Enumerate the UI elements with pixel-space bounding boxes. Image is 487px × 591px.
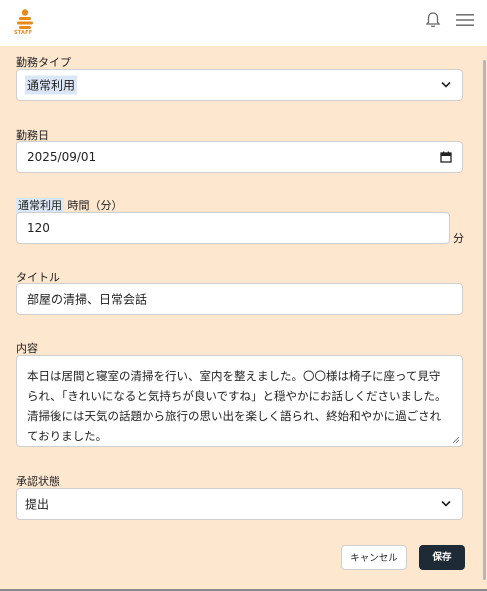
duration-value: 120 bbox=[27, 221, 50, 235]
chevron-down-icon bbox=[441, 81, 451, 88]
logo-text: STAFF bbox=[14, 30, 33, 36]
scrollbar-thumb[interactable] bbox=[483, 60, 486, 580]
work-type-select[interactable]: 通常利用 bbox=[16, 69, 463, 101]
hamburger-menu-icon[interactable] bbox=[456, 13, 474, 27]
bell-icon[interactable] bbox=[425, 11, 441, 29]
work-date-value: 2025/09/01 bbox=[27, 150, 97, 164]
duration-label-highlight: 通常利用 bbox=[16, 198, 64, 213]
approval-select[interactable]: 提出 bbox=[16, 488, 463, 520]
content-label: 内容 bbox=[16, 342, 38, 355]
content-value: 本日は居間と寝室の清掃を行い、室内を整えました。〇〇様は椅子に座って見守られ、「… bbox=[27, 369, 447, 443]
work-type-value: 通常利用 bbox=[25, 75, 78, 95]
work-date-input[interactable]: 2025/09/01 bbox=[16, 141, 463, 173]
resize-handle-icon[interactable] bbox=[452, 436, 460, 444]
chevron-down-icon bbox=[441, 500, 451, 507]
cancel-button[interactable]: キャンセル bbox=[341, 545, 407, 570]
approval-value: 提出 bbox=[25, 497, 50, 512]
duration-unit: 分 bbox=[453, 232, 464, 245]
save-button[interactable]: 保存 bbox=[419, 545, 465, 570]
title-value: 部屋の清掃、日常会話 bbox=[27, 292, 148, 307]
duration-label: 通常利用 時間（分） bbox=[16, 197, 123, 213]
content-textarea[interactable]: 本日は居間と寝室の清掃を行い、室内を整えました。〇〇様は椅子に座って見守られ、「… bbox=[16, 355, 463, 447]
calendar-icon[interactable] bbox=[440, 151, 452, 163]
duration-input[interactable]: 120 bbox=[16, 212, 450, 244]
title-input[interactable]: 部屋の清掃、日常会話 bbox=[16, 283, 463, 315]
approval-label: 承認状態 bbox=[16, 475, 60, 488]
work-type-label: 勤務タイプ bbox=[16, 56, 71, 69]
app-header: STAFF bbox=[0, 0, 487, 46]
duration-label-suffix: 時間（分） bbox=[64, 199, 123, 212]
